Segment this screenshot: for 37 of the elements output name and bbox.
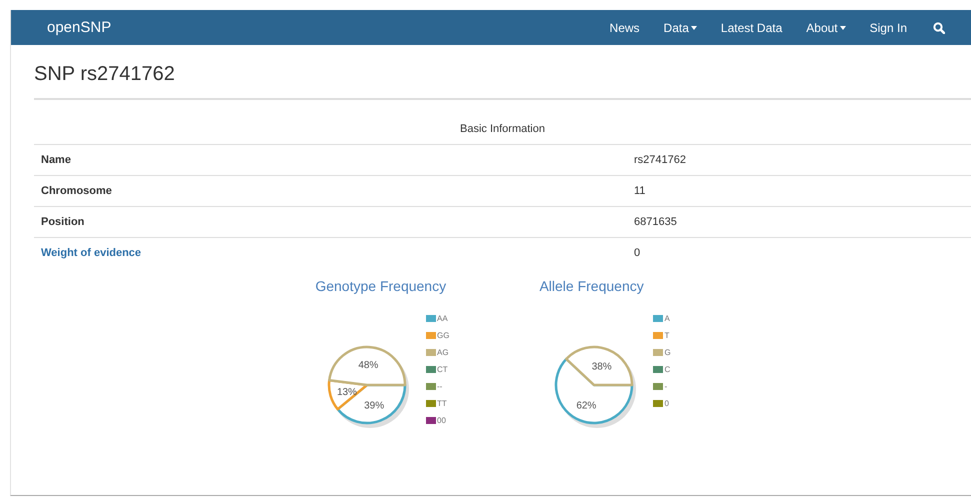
legend-label: 0 [664, 399, 669, 408]
brand-link[interactable]: openSNP [47, 19, 112, 36]
table-caption: Basic Information [34, 114, 971, 145]
search-icon[interactable] [933, 22, 945, 34]
page-title: SNP rs2741762 [34, 63, 971, 100]
legend-label: G [664, 348, 671, 357]
slice-label: 48% [358, 360, 378, 372]
legend-label: C [664, 365, 670, 374]
row-label: Chromosome [40, 185, 113, 197]
legend-label: - [664, 382, 668, 391]
table-cell: 0 [634, 247, 640, 259]
nav-link[interactable]: Latest Data [720, 20, 782, 34]
legend-label: CT [437, 365, 448, 374]
slice-label: 62% [576, 400, 597, 412]
nav-link[interactable]: Data [664, 20, 697, 34]
chart-title: Allele Frequency [539, 278, 645, 294]
legend-label: AG [437, 348, 449, 357]
row-label-link[interactable]: Weight of evidence [34, 247, 634, 259]
row-label: Name [40, 154, 72, 166]
legend-label: -- [437, 382, 442, 391]
nav-link[interactable]: About [806, 20, 846, 34]
nav-link[interactable]: Sign In [870, 20, 907, 34]
slice-label: 13% [336, 386, 357, 398]
legend-label: AA [437, 314, 448, 323]
legend-label: GG [437, 331, 450, 340]
legend-label: TT [437, 399, 447, 408]
table-cell: rs2741762 [634, 154, 686, 166]
legend-label: 00 [437, 416, 446, 425]
chart-title: Genotype Frequency [314, 278, 448, 294]
slice-label: 39% [364, 400, 384, 412]
legend-label: T [664, 331, 670, 340]
table-cell: 6871635 [634, 216, 677, 228]
slice-label: 38% [592, 362, 612, 373]
legend-label: A [664, 314, 670, 323]
table-cell: 11 [634, 185, 646, 197]
nav-link[interactable]: News [610, 20, 640, 34]
row-label: Position [40, 216, 86, 228]
